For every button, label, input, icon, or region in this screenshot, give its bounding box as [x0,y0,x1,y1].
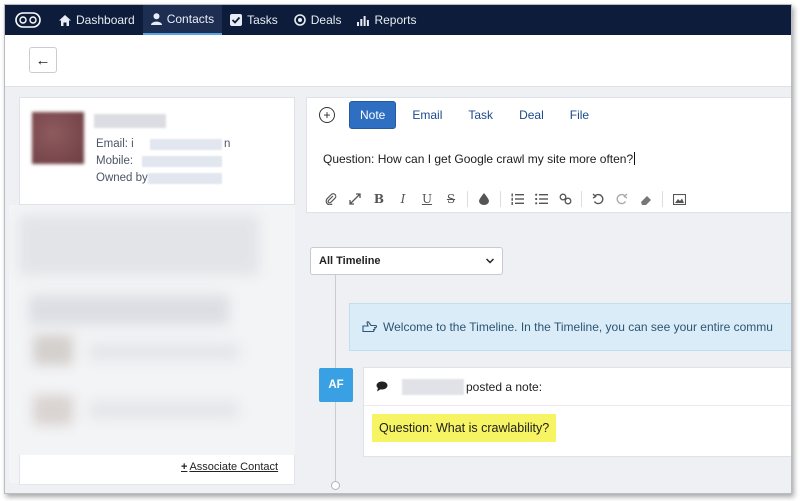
home-icon [59,14,71,26]
nav-contacts[interactable]: Contacts [142,5,223,35]
nav-deals-label: Deals [310,13,342,27]
mobile-field: Mobile: [96,155,133,167]
avatar [32,112,84,164]
note-body-text: Question: What is crawlability? [379,421,550,435]
strikethrough-icon[interactable]: S [439,190,463,208]
italic-icon[interactable]: I [391,190,415,208]
app-window: Dashboard Contacts Tasks Deals Reports ←… [4,4,792,494]
note-editor-text: Question: How can I get Google crawl my … [323,152,634,166]
composer-tabs: + Note Email Task Deal File [307,98,605,132]
nav-deals[interactable]: Deals [286,5,350,35]
email-suffix: n [224,138,230,150]
paperclip-icon[interactable] [319,190,343,208]
owner-redacted [148,173,222,184]
note-header: posted a note: [364,368,791,406]
timeline-filter-value: All Timeline [319,255,381,267]
email-label: Email: i [96,138,134,150]
associate-contact-label: Associate Contact [189,461,279,473]
nav-dashboard[interactable]: Dashboard [51,5,143,35]
tab-deal[interactable]: Deal [509,102,554,128]
author-initials-badge: AF [319,368,353,402]
email-field: Email: i [96,138,134,150]
note-editor[interactable]: Question: How can I get Google crawl my … [323,152,636,166]
mobile-redacted [142,156,222,167]
nav-reports-label: Reports [374,13,417,27]
email-suffix-text: n [224,138,231,150]
tab-file[interactable]: File [560,102,599,128]
link-icon[interactable] [553,190,577,208]
nav-dashboard-label: Dashboard [76,13,135,27]
toolbar-divider [581,191,582,207]
bar-chart-icon [357,15,370,26]
nav-tasks[interactable]: Tasks [222,5,286,35]
mobile-label: Mobile: [96,155,134,167]
expand-icon[interactable] [343,190,367,208]
email-redacted [150,139,222,150]
plus-icon: + [181,461,188,473]
toolbar-divider [500,191,501,207]
bold-icon[interactable]: B [367,190,391,208]
toolbar-divider [467,191,468,207]
target-icon [293,14,306,26]
composer-panel: + Note Email Task Deal File Question: Ho… [306,97,791,213]
note-body: Question: What is crawlability? [372,414,557,442]
image-icon[interactable] [667,190,691,208]
tab-note[interactable]: Note [349,101,397,129]
tab-email[interactable]: Email [402,102,452,128]
ordered-list-icon[interactable] [505,190,529,208]
owner-field: Owned by [96,172,148,184]
text-caret [634,152,636,165]
timeline-end-dot [331,481,340,490]
nav-contacts-label: Contacts [166,12,215,26]
nav-reports[interactable]: Reports [349,5,424,35]
eraser-icon[interactable] [634,190,658,208]
sub-header: ← [5,35,791,87]
redo-icon[interactable] [610,190,634,208]
text-color-icon[interactable] [472,190,496,208]
poster-name-redacted [402,378,464,395]
note-action-text: posted a note: [466,379,543,394]
toolbar-divider [662,191,663,207]
underline-icon[interactable]: U [415,190,439,208]
add-circle-icon[interactable]: + [319,107,335,123]
top-navigation: Dashboard Contacts Tasks Deals Reports [5,5,791,35]
editor-toolbar: B I U S [319,190,691,208]
hand-pointer-icon [362,321,377,333]
author-initials: AF [328,379,344,391]
tab-task[interactable]: Task [458,102,503,128]
comment-icon [376,381,388,392]
back-button[interactable]: ← [29,47,57,73]
contact-card: Email: i n Mobile: Owned by [19,97,295,205]
timeline-note-card: posted a note: Question: What is crawlab… [363,367,791,457]
welcome-text: Welcome to the Timeline. In the Timeline… [383,320,773,334]
timeline-welcome-banner: Welcome to the Timeline. In the Timeline… [349,303,791,351]
contact-details-panel-redacted [9,205,295,483]
chevron-down-icon [485,255,495,267]
undo-icon[interactable] [586,190,610,208]
timeline-filter-select[interactable]: All Timeline [310,247,503,275]
nav-tasks-label: Tasks [247,13,278,27]
unordered-list-icon[interactable] [529,190,553,208]
user-icon [150,13,162,25]
contact-name-redacted [94,114,166,128]
checkbox-icon [230,14,243,26]
associate-contact-link[interactable]: + Associate Contact [181,461,278,473]
infinity-logo-icon[interactable] [13,5,43,35]
add-circle-glyph: + [323,108,331,122]
owner-label: Owned by [96,172,148,184]
arrow-left-icon: ← [35,51,51,69]
